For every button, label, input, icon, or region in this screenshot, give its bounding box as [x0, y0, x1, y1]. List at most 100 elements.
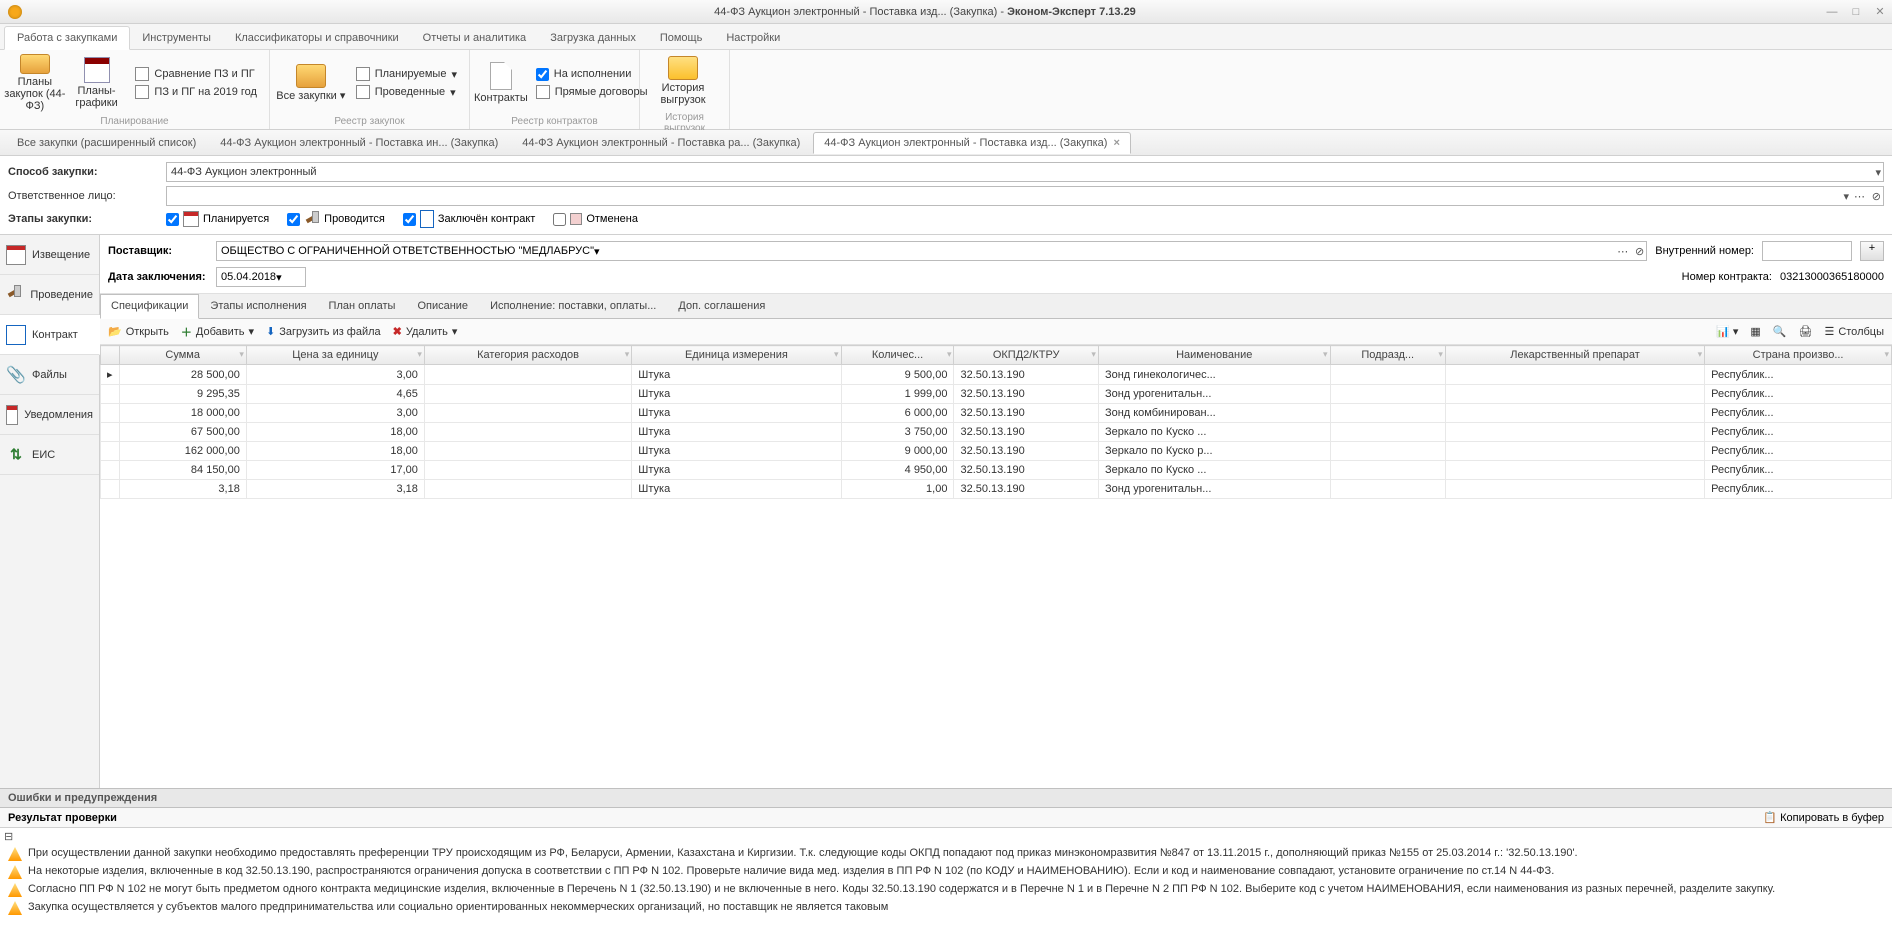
columns-button[interactable]: ☰ Столбцы	[1824, 325, 1884, 338]
history-button[interactable]: Историявыгрузок	[644, 52, 722, 110]
contracts-button[interactable]: Контракты	[474, 54, 528, 112]
method-input[interactable]: 44-ФЗ Аукцион электронный▾	[166, 162, 1884, 182]
menu-tab-purchases[interactable]: Работа с закупками	[4, 26, 130, 50]
table-row[interactable]: 84 150,0017,00Штука4 950,0032.50.13.190З…	[101, 461, 1892, 480]
col-header[interactable]: Количес...▾	[841, 346, 954, 365]
menu-tab-reports[interactable]: Отчеты и аналитика	[411, 27, 539, 49]
doc-tab-all[interactable]: Все закупки (расширенный список)	[6, 132, 207, 154]
export-button[interactable]: 📊 ▾	[1716, 325, 1738, 338]
done-button[interactable]: Проведенные ▾	[354, 84, 459, 100]
ellipsis-icon[interactable]: ⋯	[1854, 190, 1865, 203]
date-label: Дата заключения:	[108, 271, 208, 283]
ellipsis-icon[interactable]: ⋯	[1617, 245, 1628, 258]
filter-icon[interactable]: ▾	[417, 349, 422, 360]
folder-icon	[20, 54, 50, 74]
nav-notice[interactable]: Извещение	[0, 235, 99, 275]
grid-view-button[interactable]: ▦	[1750, 325, 1760, 338]
plan-graphics-button[interactable]: Планы-графики	[66, 54, 128, 112]
stage-planned[interactable]: Планируется	[166, 211, 269, 227]
table-row[interactable]: 18 000,003,00Штука6 000,0032.50.13.190Зо…	[101, 404, 1892, 423]
nav-eis[interactable]: ⇅ЕИС	[0, 435, 99, 475]
add-button[interactable]: ＋Добавить ▾	[181, 324, 254, 340]
filter-icon[interactable]: ▾	[834, 349, 839, 360]
minimize-button[interactable]: —	[1820, 2, 1844, 22]
filter-icon[interactable]: ▾	[1698, 349, 1703, 360]
chevron-down-icon[interactable]: ▾	[594, 245, 600, 258]
col-header[interactable]: Лекарственный препарат▾	[1445, 346, 1704, 365]
all-purchases-button[interactable]: Все закупки ▾	[274, 54, 348, 112]
menu-tab-loading[interactable]: Загрузка данных	[538, 27, 648, 49]
ribbon: Планы закупок (44-ФЗ) Планы-графики Срав…	[0, 50, 1892, 130]
on-execution-button[interactable]: На исполнении	[534, 67, 650, 82]
clear-icon[interactable]: ⊘	[1872, 190, 1881, 203]
table-row[interactable]: ▸28 500,003,00Штука9 500,0032.50.13.190З…	[101, 365, 1892, 385]
chevron-down-icon[interactable]: ▾	[1875, 166, 1881, 179]
filter-icon[interactable]: ▾	[1091, 349, 1096, 360]
col-header[interactable]: ОКПД2/КТРУ▾	[954, 346, 1098, 365]
col-header[interactable]: Страна произво...▾	[1705, 346, 1892, 365]
menu-tab-classifiers[interactable]: Классификаторы и справочники	[223, 27, 411, 49]
spec-grid[interactable]: Сумма▾Цена за единицу▾Категория расходов…	[100, 345, 1892, 788]
inner-num-input[interactable]	[1762, 241, 1852, 261]
delete-button[interactable]: ✖Удалить ▾	[393, 325, 458, 338]
nav-files[interactable]: 📎Файлы	[0, 355, 99, 395]
error-list[interactable]: ⊟При осуществлении данной закупки необхо…	[0, 828, 1892, 928]
direct-contracts-button[interactable]: Прямые договоры	[534, 84, 650, 100]
menu-tab-help[interactable]: Помощь	[648, 27, 715, 49]
date-input[interactable]: 05.04.2018▾	[216, 267, 306, 287]
stage-conducted[interactable]: Проводится	[287, 211, 385, 227]
chevron-down-icon[interactable]: ▾	[276, 271, 282, 284]
table-row[interactable]: 9 295,354,65Штука1 999,0032.50.13.190Зон…	[101, 385, 1892, 404]
compare-pz-pg-button[interactable]: Сравнение ПЗ и ПГ	[133, 66, 259, 82]
nav-conduct[interactable]: Проведение	[0, 275, 99, 315]
col-header[interactable]: Категория расходов▾	[424, 346, 631, 365]
filter-icon[interactable]: ▾	[1438, 349, 1443, 360]
nav-notifications[interactable]: Уведомления	[0, 395, 99, 435]
doc-tab-2[interactable]: 44-ФЗ Аукцион электронный - Поставка ра.…	[511, 132, 811, 154]
col-header[interactable]: Единица измерения▾	[632, 346, 841, 365]
print-button[interactable]: 🖨	[1798, 325, 1812, 338]
filter-icon[interactable]: ▾	[1884, 349, 1889, 360]
tab-desc[interactable]: Описание	[406, 294, 479, 318]
tab-addagr[interactable]: Доп. соглашения	[667, 294, 776, 318]
maximize-button[interactable]: □	[1844, 2, 1868, 22]
col-header[interactable]: Наименование▾	[1098, 346, 1330, 365]
pz-pg-2019-button[interactable]: ПЗ и ПГ на 2019 год	[133, 84, 259, 100]
table-row[interactable]: 67 500,0018,00Штука3 750,0032.50.13.190З…	[101, 423, 1892, 442]
clear-icon[interactable]: ⊘	[1635, 245, 1644, 258]
supplier-input[interactable]: ОБЩЕСТВО С ОГРАНИЧЕННОЙ ОТВЕТСТВЕННОСТЬЮ…	[216, 241, 1647, 261]
filter-icon[interactable]: ▾	[1323, 349, 1328, 360]
tab-payment[interactable]: План оплаты	[318, 294, 407, 318]
filter-icon[interactable]: ▾	[947, 349, 952, 360]
filter-icon[interactable]: ▾	[239, 349, 244, 360]
close-button[interactable]: ✕	[1868, 2, 1892, 22]
cancel-icon	[570, 213, 582, 225]
copy-buffer-button[interactable]: 📋 Копировать в буфер	[1763, 811, 1884, 824]
open-button[interactable]: 📂Открыть	[108, 325, 169, 338]
plans-button[interactable]: Планы закупок (44-ФЗ)	[4, 54, 66, 112]
table-row[interactable]: 162 000,0018,00Штука9 000,0032.50.13.190…	[101, 442, 1892, 461]
stage-cancelled[interactable]: Отменена	[553, 213, 638, 226]
col-header[interactable]: Цена за единицу▾	[246, 346, 424, 365]
load-file-button[interactable]: ⬇Загрузить из файла	[266, 325, 381, 338]
nav-contract[interactable]: Контракт	[0, 315, 100, 355]
doc-tab-1[interactable]: 44-ФЗ Аукцион электронный - Поставка ин.…	[209, 132, 509, 154]
menu-tab-tools[interactable]: Инструменты	[130, 27, 223, 49]
doc-tab-3[interactable]: 44-ФЗ Аукцион электронный - Поставка изд…	[813, 132, 1131, 154]
on-exec-checkbox[interactable]	[536, 68, 549, 81]
planned-button[interactable]: Планируемые ▾	[354, 66, 459, 82]
tab-exec[interactable]: Исполнение: поставки, оплаты...	[479, 294, 667, 318]
responsible-input[interactable]: ▾ ⋯ ⊘	[166, 186, 1884, 206]
zoom-button[interactable]: 🔍	[1773, 325, 1787, 338]
tab-spec[interactable]: Спецификации	[100, 294, 199, 319]
close-icon[interactable]: ×	[1113, 137, 1119, 149]
filter-icon[interactable]: ▾	[625, 349, 630, 360]
chevron-down-icon[interactable]: ▾	[1843, 190, 1849, 203]
menu-tab-settings[interactable]: Настройки	[714, 27, 792, 49]
stage-contract[interactable]: Заключён контракт	[403, 210, 535, 228]
col-header[interactable]: Подразд...▾	[1330, 346, 1445, 365]
table-row[interactable]: 3,183,18Штука1,0032.50.13.190Зонд уроген…	[101, 480, 1892, 499]
tab-stages[interactable]: Этапы исполнения	[199, 294, 317, 318]
col-header[interactable]: Сумма▾	[119, 346, 246, 365]
add-button[interactable]: +	[1860, 241, 1884, 261]
